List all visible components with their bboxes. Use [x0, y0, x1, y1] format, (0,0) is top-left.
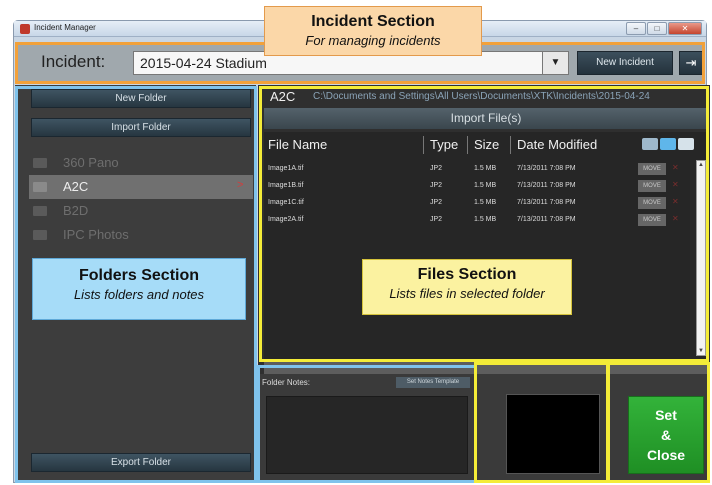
- callout-title: Folders Section: [78, 267, 200, 284]
- notes-section-frame: [257, 365, 477, 483]
- preview-section-frame: [474, 362, 710, 483]
- maximize-button[interactable]: □: [647, 22, 667, 35]
- callout-subtitle: Lists folders and notes: [73, 287, 205, 302]
- incident-section-callout: Incident Section For managing incidents: [264, 6, 482, 56]
- close-button[interactable]: ✕: [668, 22, 702, 35]
- preview-section-divider: [606, 362, 610, 483]
- app-icon: [20, 24, 30, 34]
- files-section-callout: Files Section Lists files in selected fo…: [362, 259, 572, 315]
- callout-title: Files Section: [417, 266, 517, 283]
- window-controls: – □ ✕: [626, 22, 702, 35]
- callout-subtitle: For managing incidents: [305, 33, 441, 48]
- callout-subtitle: Lists files in selected folder: [389, 286, 545, 301]
- window-title: Incident Manager: [34, 23, 96, 32]
- folders-section-callout: Folders Section Lists folders and notes: [32, 258, 246, 320]
- minimize-button[interactable]: –: [626, 22, 646, 35]
- callout-title: Incident Section: [311, 13, 435, 30]
- files-section-frame: [259, 86, 709, 362]
